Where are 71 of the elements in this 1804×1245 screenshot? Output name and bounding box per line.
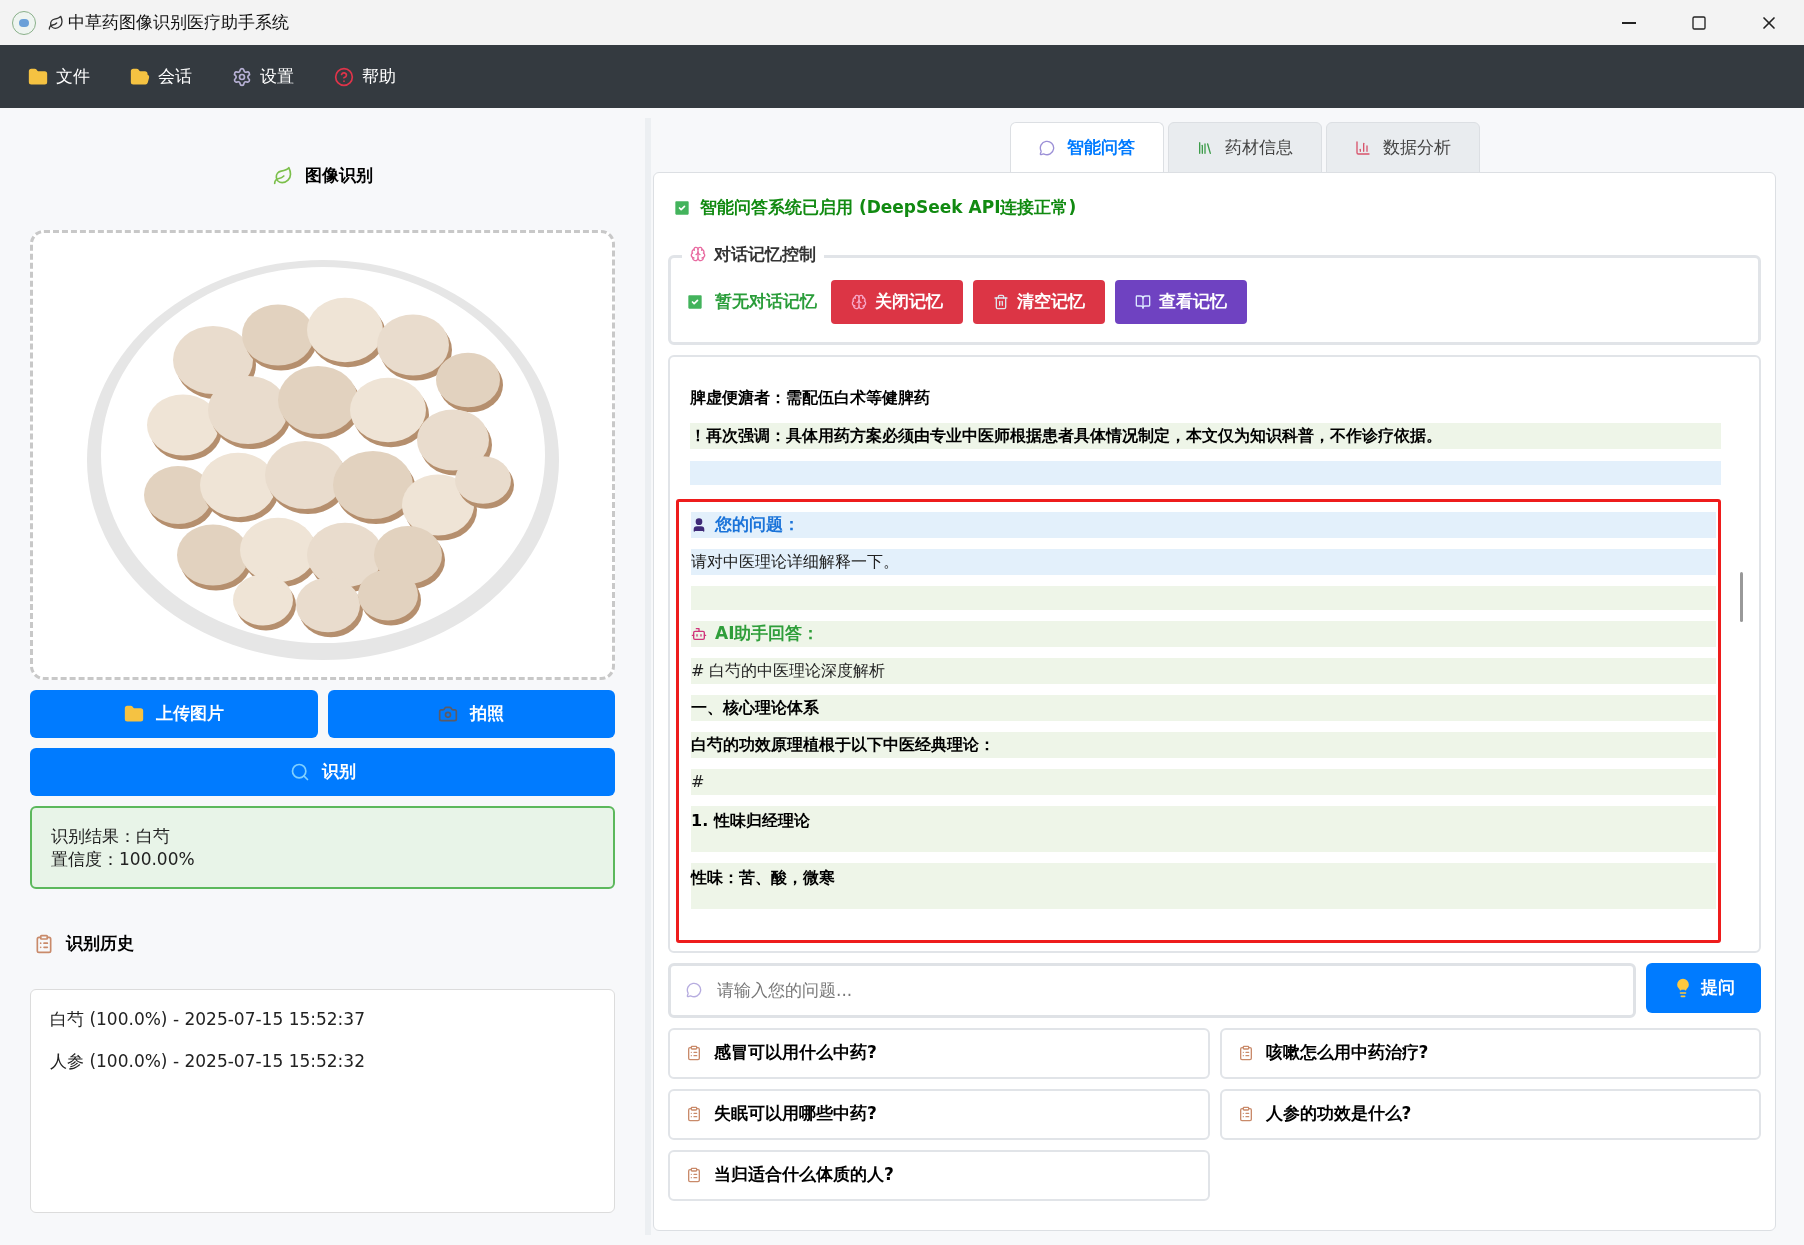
app-icon — [12, 10, 36, 35]
clipboard-icon — [686, 1106, 702, 1122]
leaf-icon — [48, 14, 64, 31]
clipboard-icon — [1237, 1045, 1254, 1061]
section-heading: 识别历史 — [66, 932, 134, 955]
tab[interactable]: 数据分析 — [1325, 122, 1480, 173]
menu-item[interactable]: 会话 — [130, 63, 192, 90]
window-title: 中草药图像识别医疗助手系统 — [68, 10, 289, 34]
message-text: # 白芍的中医理论深度解析 — [691, 657, 1716, 684]
upload-button[interactable]: 上传图片 — [30, 690, 318, 738]
speech-bubble-icon — [686, 981, 702, 998]
folder-icon — [123, 704, 144, 724]
quick-question-button[interactable]: 当归适合什么体质的人? — [668, 1149, 1210, 1201]
tab[interactable]: 智能问答 — [1009, 122, 1164, 173]
person-icon — [691, 516, 707, 533]
menu-item[interactable]: 文件 — [28, 63, 90, 90]
message-text: 脾虚便溏者：需配伍白术等健脾药 — [690, 386, 931, 409]
camera-button[interactable]: 拍照 — [327, 690, 615, 738]
bar-chart-icon — [1354, 139, 1371, 156]
speech-bubble-icon — [1038, 139, 1055, 156]
book-icon — [1135, 293, 1151, 310]
ask-button[interactable]: 提问 — [1646, 962, 1761, 1013]
help-icon — [334, 66, 354, 87]
quick-question-button[interactable]: 人参的功效是什么? — [1219, 1088, 1761, 1140]
brain-icon — [690, 245, 706, 262]
maximize-icon — [1691, 14, 1707, 31]
clipboard-icon — [34, 933, 54, 954]
recognize-button[interactable]: 识别 — [30, 748, 615, 796]
sender-label: AI助手回答： — [715, 621, 820, 645]
quick-question-button[interactable]: 感冒可以用什么中药? — [668, 1027, 1210, 1079]
message-text: # — [691, 768, 1716, 795]
menu-item[interactable]: 设置 — [232, 63, 294, 90]
tab[interactable]: 药材信息 — [1167, 122, 1322, 173]
camera-icon — [438, 704, 459, 724]
minimize-icon — [1622, 21, 1636, 24]
search-icon — [289, 762, 310, 782]
message-text: ！再次强调：具体用药方案必须由专业中医师根据患者具体情况制定，本文仅为知识科普，不作诊疗依据。 — [690, 422, 1721, 449]
trash-icon — [993, 293, 1009, 310]
image-drop-area[interactable] — [30, 230, 615, 680]
memory-button[interactable]: 清空记忆 — [973, 279, 1105, 324]
message-text: 白芍的功效原理植根于以下中医经典理论： — [691, 731, 1716, 758]
brain-icon — [851, 293, 867, 310]
quick-question-button[interactable]: 咳嗽怎么用中药治疗? — [1219, 1027, 1761, 1079]
memory-status: 暂无对话记忆 — [715, 289, 817, 313]
folder-icon — [130, 66, 150, 87]
robot-icon — [691, 625, 707, 642]
message-text: 1. 性味归经理论 — [691, 805, 1716, 852]
sender-label: 您的问题： — [715, 512, 800, 536]
status-text: 智能问答系统已启用 (DeepSeek API连接正常) — [700, 196, 1077, 219]
group-title: 对话记忆控制 — [714, 242, 816, 265]
quick-question-button[interactable]: 失眠可以用哪些中药? — [668, 1088, 1210, 1140]
message-text: 性味：苦、酸，微寒 — [691, 862, 1716, 909]
clipboard-icon — [686, 1045, 702, 1061]
history-item[interactable]: 人参 (100.0%) - 2025-07-15 15:52:32 — [50, 1045, 595, 1076]
leaf-icon — [272, 166, 293, 186]
result-text: 识别结果：白芍 — [51, 824, 171, 848]
clipboard-icon — [686, 1167, 702, 1183]
folder-icon — [28, 66, 48, 87]
result-text: 置信度：100.00% — [51, 847, 196, 871]
memory-button[interactable]: 关闭记忆 — [831, 279, 963, 324]
books-icon — [1196, 139, 1213, 156]
scrollbar-thumb[interactable] — [1740, 571, 1743, 622]
history-item[interactable]: 白芍 (100.0%) - 2025-07-15 15:52:37 — [50, 1003, 595, 1034]
question-input[interactable]: 请输入您的问题... — [668, 962, 1636, 1018]
settings-icon — [232, 66, 252, 87]
message-text: 一、核心理论体系 — [691, 694, 1716, 721]
message-text: 请对中医理论详细解释一下。 — [691, 548, 1716, 575]
section-heading: 图像识别 — [304, 164, 373, 188]
memory-button[interactable]: 查看记忆 — [1115, 279, 1247, 324]
menu-item[interactable]: 帮助 — [334, 63, 396, 90]
clipboard-icon — [1237, 1106, 1254, 1122]
